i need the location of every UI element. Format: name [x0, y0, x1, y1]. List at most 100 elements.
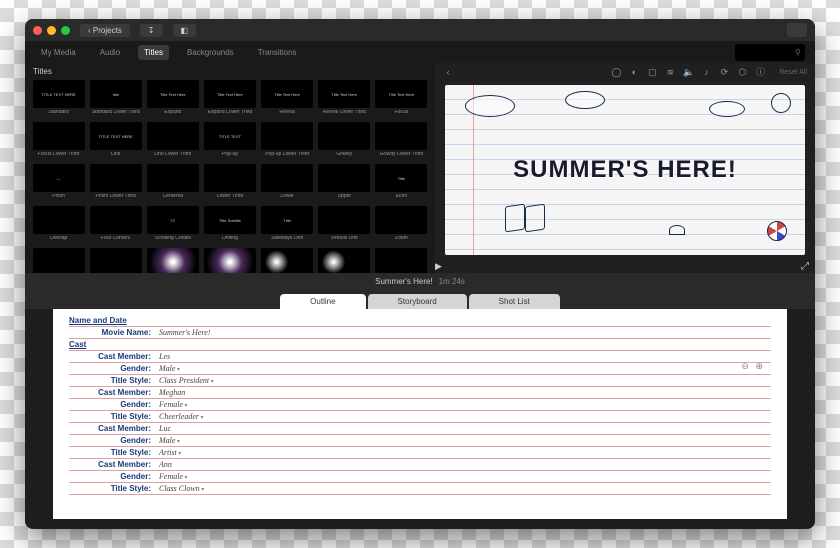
title-item[interactable]: Boogie Lights	[260, 248, 315, 273]
color-balance-icon[interactable]: ◯	[611, 67, 621, 77]
title-item[interactable]: Title Text HereFocus	[374, 80, 429, 120]
back-projects-button[interactable]: ‹ Projects	[80, 24, 130, 37]
title-thumb	[375, 248, 427, 273]
title-item[interactable]: Title Text HereExpand Lower Third	[202, 80, 257, 120]
tab-transitions[interactable]: Transitions	[252, 45, 303, 60]
cast-member-value[interactable]: Ann	[159, 460, 172, 469]
title-item[interactable]: TITLE TEXTPop-up	[202, 122, 257, 162]
tab-storyboard[interactable]: Storyboard	[368, 294, 467, 309]
title-item[interactable]: Pop-up Lower Third	[260, 122, 315, 162]
title-item[interactable]: Overlap	[31, 206, 86, 246]
title-item[interactable]: Organic Main	[374, 248, 429, 273]
title-item[interactable]: Lower Third	[202, 164, 257, 204]
title-item-label: Prism	[52, 194, 65, 204]
cast-style-label: Title Style:	[69, 484, 159, 493]
title-thumb	[90, 248, 142, 273]
title-item[interactable]: Prism Lower Third	[88, 164, 143, 204]
tab-backgrounds[interactable]: Backgrounds	[181, 45, 240, 60]
stabilize-icon[interactable]: ≋	[665, 67, 675, 77]
beach-chair-drawing	[505, 205, 545, 237]
title-item[interactable]: Lens Flare	[145, 248, 200, 273]
title-thumb	[375, 206, 427, 234]
title-item[interactable]: ≡≡Scrolling Credits	[145, 206, 200, 246]
title-item[interactable]: Pull Focus	[202, 248, 257, 273]
title-item[interactable]: Title SubtitleDrifting	[202, 206, 257, 246]
preview-title-text: SUMMER'S HERE!	[445, 156, 805, 184]
cast-gender-value[interactable]: Male	[159, 364, 180, 373]
title-item[interactable]: Vertical Drift	[317, 206, 372, 246]
speed-icon[interactable]: ⟳	[719, 67, 729, 77]
title-item-label: Echo	[396, 194, 407, 204]
title-item[interactable]: Lower	[260, 164, 315, 204]
title-item[interactable]: TITLE TEXT HEREStandard	[31, 80, 86, 120]
minimize-window-button[interactable]	[47, 26, 56, 35]
title-item[interactable]: TitleEcho	[374, 164, 429, 204]
title-item[interactable]: Title Text HereReveal	[260, 80, 315, 120]
import-button[interactable]: ↧	[140, 24, 163, 37]
reset-all-button[interactable]: Reset All	[779, 69, 807, 76]
close-window-button[interactable]	[33, 26, 42, 35]
title-item-label: Scrolling Credits	[155, 236, 191, 246]
section-name-date: Name and Date	[69, 315, 771, 327]
title-item[interactable]: TITLE TEXT HERELine	[88, 122, 143, 162]
play-button[interactable]: ▶	[435, 261, 442, 272]
cast-style-value[interactable]: Artist	[159, 448, 181, 457]
cast-style-value[interactable]: Class President	[159, 376, 214, 385]
noise-icon[interactable]: ♪	[701, 67, 711, 77]
tab-audio[interactable]: Audio	[94, 45, 126, 60]
cast-style-label: Title Style:	[69, 448, 159, 457]
cast-gender-value[interactable]: Male	[159, 436, 180, 445]
title-item[interactable]: —Prism	[31, 164, 86, 204]
title-item[interactable]: Focus Lower Third	[31, 122, 86, 162]
search-input[interactable]	[739, 49, 789, 56]
title-item[interactable]: Pixie Dust	[317, 248, 372, 273]
cast-style-value[interactable]: Class Clown	[159, 484, 204, 493]
project-duration: 1m 24s	[439, 277, 465, 286]
zoom-window-button[interactable]	[61, 26, 70, 35]
title-item[interactable]: Four Corners	[88, 206, 143, 246]
crop-icon[interactable]: ▢	[647, 67, 657, 77]
cast-member-value[interactable]: Les	[159, 352, 170, 361]
title-thumb: Title Text Here	[261, 80, 313, 108]
share-button[interactable]	[787, 23, 807, 37]
cast-gender-value[interactable]: Female	[159, 472, 188, 481]
title-thumb	[204, 248, 256, 273]
title-item[interactable]: Centered	[145, 164, 200, 204]
tab-my-media[interactable]: My Media	[35, 45, 82, 60]
title-item[interactable]: Line Lower Third	[145, 122, 200, 162]
filter-icon[interactable]: ⬡	[737, 67, 747, 77]
title-item[interactable]: Title Text HereReveal Lower Third	[317, 80, 372, 120]
fullscreen-icon[interactable]: ⤢	[801, 261, 809, 272]
title-item[interactable]: Gravity Lower Third	[374, 122, 429, 162]
title-item[interactable]: Title Text HereExpand	[145, 80, 200, 120]
title-item[interactable]: Gravity	[317, 122, 372, 162]
title-item[interactable]: TitleSideways Drift	[260, 206, 315, 246]
cast-style-value[interactable]: Cheerleader	[159, 412, 204, 421]
movie-name-value[interactable]: Summer's Here!	[159, 328, 210, 337]
title-item-label: Pop-up Lower Third	[265, 152, 309, 162]
color-correct-icon[interactable]: ◐	[629, 67, 639, 77]
tab-titles[interactable]: Titles	[138, 45, 169, 60]
traffic-lights	[33, 26, 70, 35]
title-item[interactable]: Soft Edge	[88, 248, 143, 273]
tab-shot-list[interactable]: Shot List	[469, 294, 560, 309]
title-item-label: Expand Lower Third	[208, 110, 253, 120]
title-item[interactable]: Zoom	[374, 206, 429, 246]
row-action-icons[interactable]: ⊖ ⊕	[741, 361, 765, 372]
outline-panel[interactable]: ⊖ ⊕ Name and Date Movie Name: Summer's H…	[53, 309, 787, 519]
title-item-label: Gravity	[336, 152, 352, 162]
tab-outline[interactable]: Outline	[280, 294, 365, 309]
cast-gender-value[interactable]: Female	[159, 400, 188, 409]
library-toggle-button[interactable]: ◧	[173, 24, 197, 37]
back-skimmer-icon[interactable]: ‹	[443, 67, 453, 77]
cast-member-value[interactable]: Meghan	[159, 388, 185, 397]
title-item[interactable]: titleStandard Lower Third	[88, 80, 143, 120]
title-item[interactable]: Horizontal Blur	[31, 248, 86, 273]
info-icon[interactable]: ⓘ	[755, 67, 765, 77]
title-thumb	[90, 206, 142, 234]
preview-viewer[interactable]: SUMMER'S HERE!	[445, 85, 805, 255]
upper-content: Titles TITLE TEXT HEREStandardtitleStand…	[25, 63, 815, 273]
volume-icon[interactable]: 🔈	[683, 67, 693, 77]
title-item[interactable]: Upper	[317, 164, 372, 204]
cast-member-value[interactable]: Luc	[159, 424, 171, 433]
